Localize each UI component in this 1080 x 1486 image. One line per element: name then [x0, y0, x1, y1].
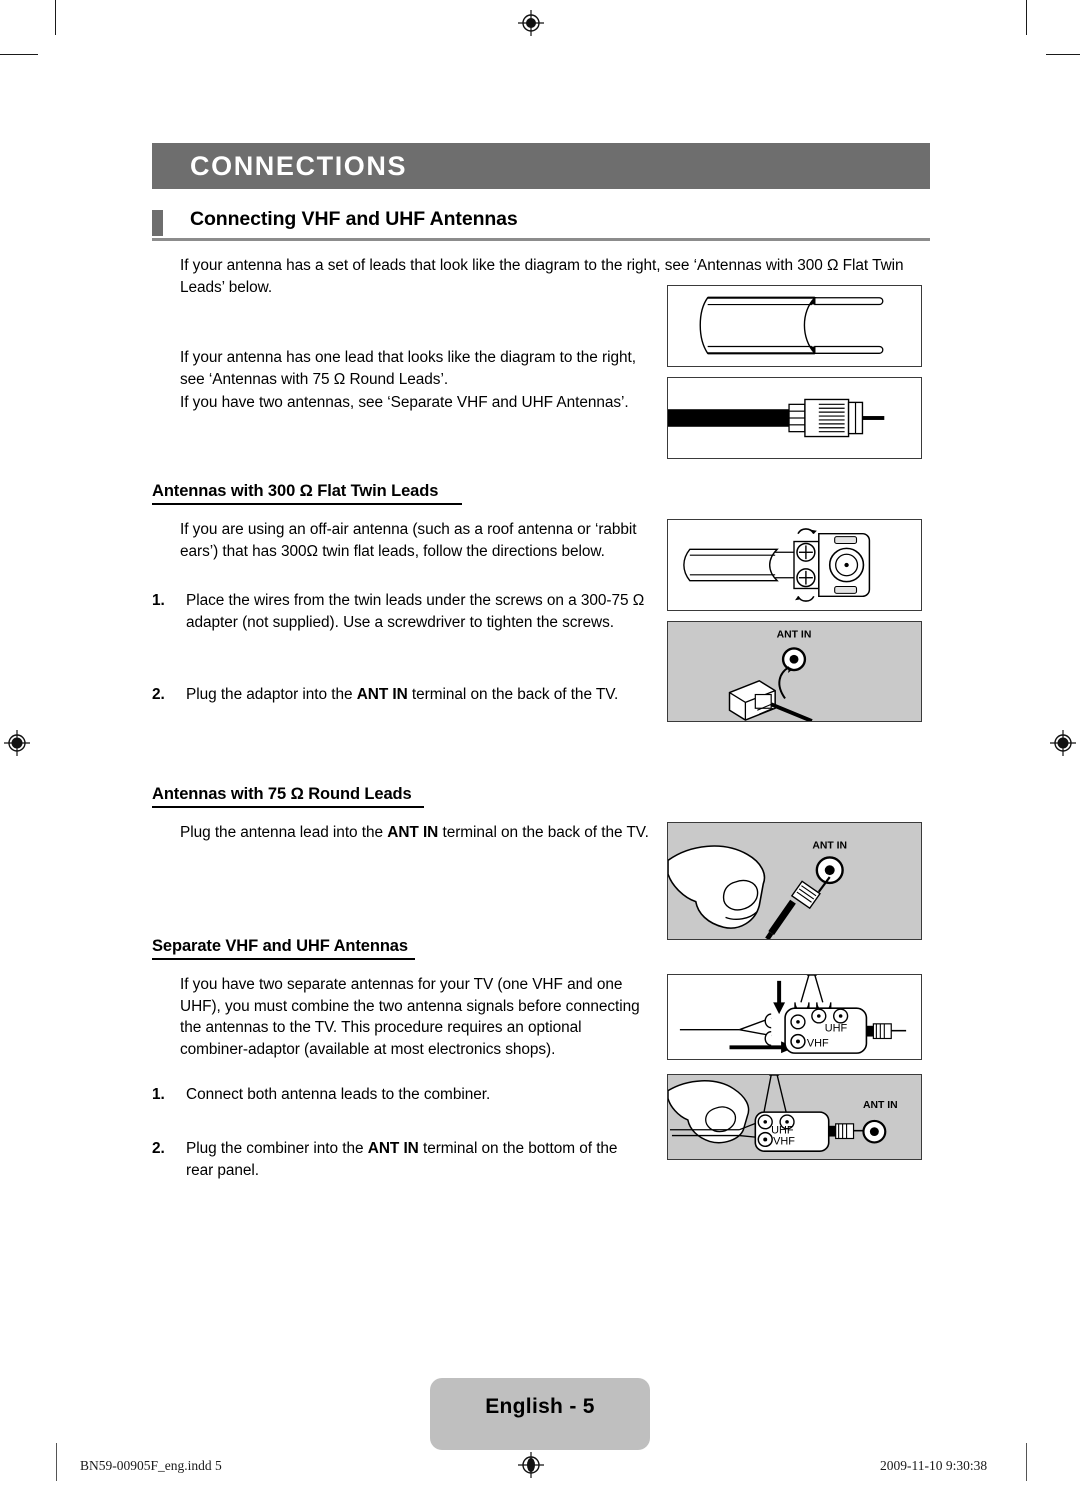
- subsection-heading-round-leads: Antennas with 75 Ω Round Leads: [152, 785, 424, 808]
- round-leads-bold-term: ANT IN: [387, 824, 439, 841]
- figure-hand-plug-ant-in: ANT IN: [667, 822, 922, 940]
- figure-flat-twin-lead-cable: [667, 285, 922, 367]
- flat-twin-intro-paragraph: If you are using an off-air antenna (suc…: [180, 521, 637, 560]
- step-number: 1.: [152, 1086, 165, 1103]
- figure-combiner-into-ant-in: UHF VHF ANT IN: [667, 1074, 922, 1160]
- subsection-heading-flat-twin: Antennas with 300 Ω Flat Twin Leads: [152, 482, 462, 505]
- footer-file-name: BN59-00905F_eng.indd 5: [80, 1458, 222, 1473]
- chapter-title: CONNECTIONS: [190, 150, 408, 181]
- footer-rule-left: [56, 1443, 57, 1481]
- section-underline: [152, 238, 930, 241]
- step-text: Place the wires from the twin leads unde…: [186, 592, 645, 631]
- step-text: Connect both antenna leads to the combin…: [186, 1086, 491, 1103]
- separate-step-1: 1. Connect both antenna leads to the com…: [152, 1084, 657, 1106]
- svg-text:VHF: VHF: [807, 1037, 829, 1049]
- separate-step-2: 2. Plug the combiner into the ANT IN ter…: [152, 1138, 642, 1181]
- round-leads-text-post: terminal on the back of the TV.: [438, 824, 649, 841]
- round-leads-text-pre: Plug the antenna lead into the: [180, 824, 388, 841]
- document-page: CONNECTIONS Connecting VHF and UHF Anten…: [0, 0, 1080, 1486]
- figure-combiner-connections: UHF VHF: [667, 974, 922, 1060]
- svg-text:UHF: UHF: [825, 1023, 848, 1035]
- step-number: 2.: [152, 1140, 165, 1157]
- step-number: 2.: [152, 686, 165, 703]
- page-number-badge: English - 5: [430, 1378, 650, 1450]
- section-accent-square: [152, 210, 163, 236]
- flat-twin-step-1: 1. Place the wires from the twin leads u…: [152, 590, 657, 633]
- svg-text:ANT IN: ANT IN: [812, 841, 847, 852]
- step-number: 1.: [152, 592, 165, 609]
- registration-mark-bottom-center: [518, 1452, 544, 1478]
- figure-round-lead-cable: [667, 377, 922, 459]
- separate-intro-paragraph: If you have two separate antennas for yo…: [180, 976, 640, 1058]
- section-title: Connecting VHF and UHF Antennas: [190, 208, 518, 230]
- svg-text:ANT IN: ANT IN: [777, 630, 812, 641]
- flat-twin-step-2: 2. Plug the adaptor into the ANT IN term…: [152, 684, 657, 706]
- subsection-heading-separate-antennas: Separate VHF and UHF Antennas: [152, 937, 415, 960]
- intro-paragraph-2: If your antenna has one lead that looks …: [180, 349, 636, 388]
- step-text: Plug the combiner into the ANT IN termin…: [186, 1140, 618, 1179]
- chapter-header-bar: CONNECTIONS: [152, 143, 930, 189]
- footer-timestamp: 2009-11-10 9:30:38: [880, 1458, 988, 1473]
- page-number-label: English - 5: [485, 1395, 595, 1418]
- svg-text:VHF: VHF: [773, 1135, 795, 1147]
- figure-adapter-into-ant-in: ANT IN: [667, 621, 922, 722]
- figure-300-75-adapter: [667, 519, 922, 611]
- svg-text:ANT IN: ANT IN: [863, 1100, 898, 1111]
- intro-paragraph-3: If you have two antennas, see ‘Separate …: [180, 394, 629, 411]
- step-text: Plug the adaptor into the ANT IN termina…: [186, 686, 619, 703]
- round-leads-paragraph: Plug the antenna lead into the ANT IN te…: [180, 822, 650, 844]
- footer-rule-right: [1026, 1443, 1027, 1481]
